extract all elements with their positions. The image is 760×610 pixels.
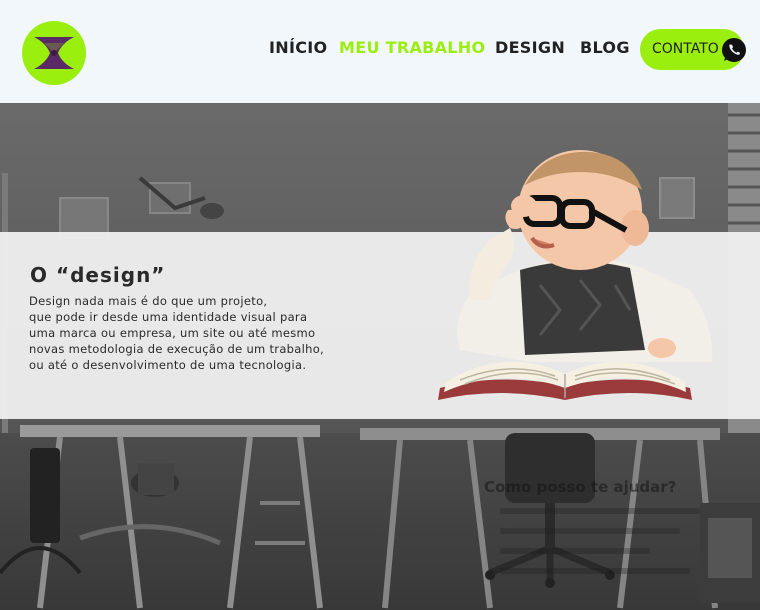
whatsapp-icon (722, 38, 746, 62)
faded-text-line (500, 548, 650, 554)
baby-reading-illustration (438, 150, 713, 400)
help-heading: Como posso te ajudar? (484, 478, 677, 496)
nav-meu-trabalho[interactable]: MEU TRABALHO (339, 38, 485, 57)
contact-button-label: CONTATO (652, 41, 719, 57)
section-text-line: uma marca ou empresa, um site ou até mes… (29, 326, 316, 340)
nav-design[interactable]: DESIGN (495, 38, 565, 57)
section-text: Design nada mais é do que um projeto, qu… (29, 293, 349, 373)
nav-blog[interactable]: BLOG (580, 38, 630, 57)
faded-text-line (500, 568, 690, 574)
faded-text-line (500, 508, 700, 514)
section-title: O “design” (30, 263, 166, 287)
section-text-line: Design nada mais é do que um projeto, (29, 294, 268, 308)
contact-button[interactable]: CONTATO (640, 29, 746, 70)
section-text-line: ou até o desenvolvimento de uma tecnolog… (29, 358, 307, 372)
nav-inicio[interactable]: INÍCIO (269, 38, 327, 57)
section-text-line: novas metodologia de execução de um trab… (29, 342, 324, 356)
site-header: INÍCIO MEU TRABALHO DESIGN BLOG CONTATO (0, 0, 760, 103)
section-text-line: que pode ir desde uma identidade visual … (29, 310, 308, 324)
faded-text-line (500, 528, 680, 534)
